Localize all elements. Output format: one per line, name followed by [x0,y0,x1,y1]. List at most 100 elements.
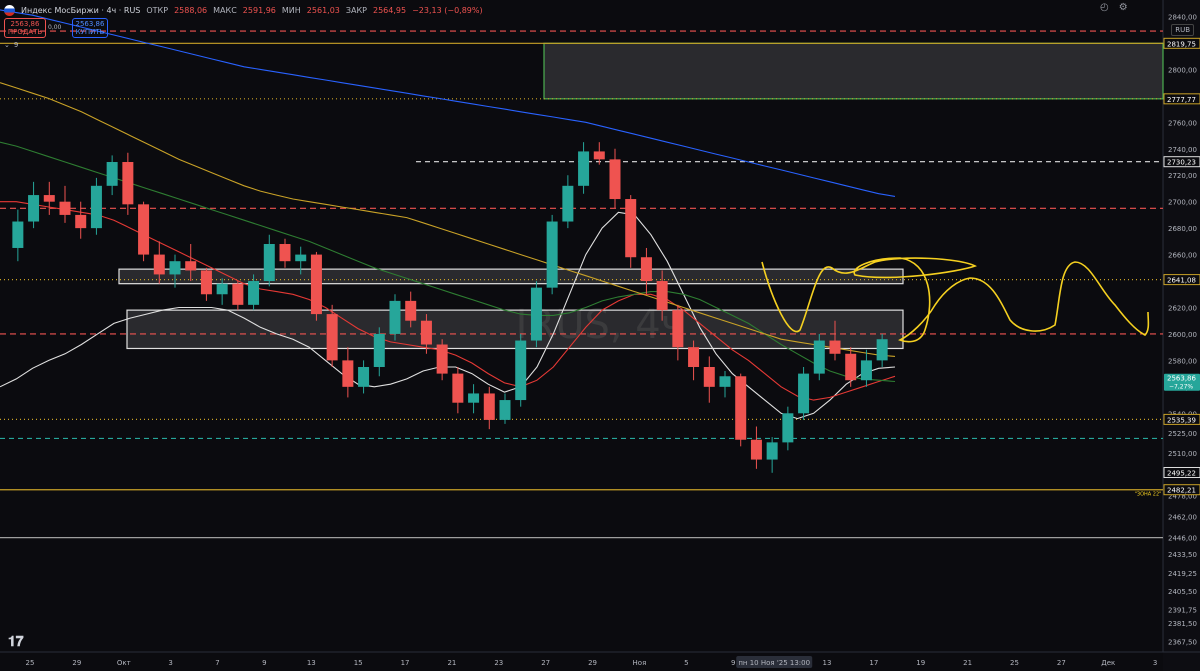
candle-body [719,376,731,387]
candle-body [342,360,354,387]
candle-body [138,204,150,255]
x-tick-label: 25 [26,659,35,667]
candle-body [562,185,574,222]
y-tick-label: 2620,00 [1168,304,1197,312]
level-price-label: 2730,23 [1167,159,1196,167]
candle-body [860,360,872,381]
candle-body [59,201,71,215]
indicators-toggle[interactable]: ⌄ 9 [4,41,18,49]
candle-body [845,353,857,381]
low-value: 2561,03 [306,5,340,15]
price-label: 2563,86−7,27% [1164,373,1200,391]
candle-body [216,283,228,295]
candle-body [609,159,621,200]
candle-body [813,340,825,374]
level-price-label: 2819,75 [1167,40,1196,48]
price-label: 2641,08 [1163,274,1200,286]
candle-body [436,344,448,374]
candle-body [515,340,527,401]
spread-value: 0,00 [48,24,62,31]
candle-body [876,339,888,361]
candle-body [153,254,165,275]
open-value: 2588,06 [174,5,208,15]
x-tick-label: 3 [168,659,172,667]
x-tick-label: 25 [1010,659,1019,667]
price-chart[interactable]: IRUS, 4ч"ЗОНА 22"2840,002820,002800,0027… [0,0,1200,671]
candle-body [798,373,810,414]
candle-body [688,347,700,367]
x-tick-label: 9 [262,659,266,667]
x-tick-label: 17 [401,659,410,667]
candle-body [625,199,637,258]
candle-body [782,413,794,443]
clock-icon[interactable]: ◴ [1100,2,1109,13]
candle-body [373,333,385,367]
candle-body [656,281,668,311]
y-tick-label: 2419,25 [1168,570,1197,578]
x-tick-label: 23 [494,659,503,667]
y-tick-label: 2391,75 [1168,606,1197,614]
y-tick-label: 2381,50 [1168,620,1197,628]
candle-body [483,393,495,420]
price-label: 2482,21 [1163,484,1200,496]
x-tick-label: Ноя [633,659,647,667]
x-tick-label: 13 [822,659,831,667]
buy-button[interactable]: 2563,86 КУПИТЬ [72,18,108,38]
x-tick-label: 29 [588,659,597,667]
price-label: 2819,75 [1163,37,1200,49]
x-tick-label: 19 [916,659,925,667]
candle-body [185,261,197,271]
y-tick-label: 2680,00 [1168,225,1197,233]
level-price-label: 2641,08 [1167,277,1196,285]
settings-icon[interactable]: ⚙ [1119,2,1128,13]
y-tick-label: 2510,00 [1168,450,1197,458]
y-tick-label: 2800,00 [1168,66,1197,74]
price-label: 2730,23 [1163,156,1200,168]
x-tick-label: 13 [307,659,316,667]
y-tick-label: 2760,00 [1168,119,1197,127]
candle-body [358,366,370,387]
candle-body [640,257,652,282]
y-tick-label: 2462,00 [1168,513,1197,521]
y-tick-label: 2660,00 [1168,252,1197,260]
candle-body [750,439,762,460]
x-tick-label: 27 [541,659,550,667]
price-label: 2777,77 [1163,93,1200,105]
x-tick-label: Дек [1101,659,1115,667]
candle-body [232,283,244,305]
candle-body [310,254,322,315]
level-price-label: 2482,21 [1167,487,1196,495]
symbol-title[interactable]: Индекс МосБиржи · 4ч · RUS [21,6,140,15]
candle-body [106,162,118,186]
tradingview-logo-icon: 𝟏𝟕 [8,634,24,650]
candle-body [248,281,260,305]
candle-body [28,195,40,222]
sell-button[interactable]: 2563,86 ПРОДАТЬ [4,18,46,38]
candle-body [43,195,55,202]
candle-body [75,214,87,229]
candle-body [468,393,480,403]
candle-body [169,261,181,275]
y-tick-label: 2580,00 [1168,357,1197,365]
y-tick-label: 2405,50 [1168,588,1197,596]
x-tick-label: 3 [1153,659,1157,667]
sell-label: ПРОДАТЬ [7,28,43,36]
candle-body [200,270,212,295]
high-value: 2591,96 [242,5,276,15]
x-tick-label: 15 [354,659,363,667]
currency-selector[interactable]: RUB [1171,24,1194,36]
y-tick-label: 2433,50 [1168,551,1197,559]
zone-annotation: "ЗОНА 22" [1135,492,1162,498]
candle-body [593,151,605,160]
x-tick-label: 29 [72,659,81,667]
low-label: МИН [281,5,301,15]
candle-body [90,185,102,229]
candle-body [389,300,401,334]
x-tick-label: 17 [869,659,878,667]
candle-body [452,373,464,403]
candle-body [12,221,24,248]
y-tick-label: 2840,00 [1168,14,1197,22]
price-label: 2495,22 [1163,467,1200,479]
current-price-label: 2563,86 [1167,375,1196,383]
candle-body [279,244,291,262]
